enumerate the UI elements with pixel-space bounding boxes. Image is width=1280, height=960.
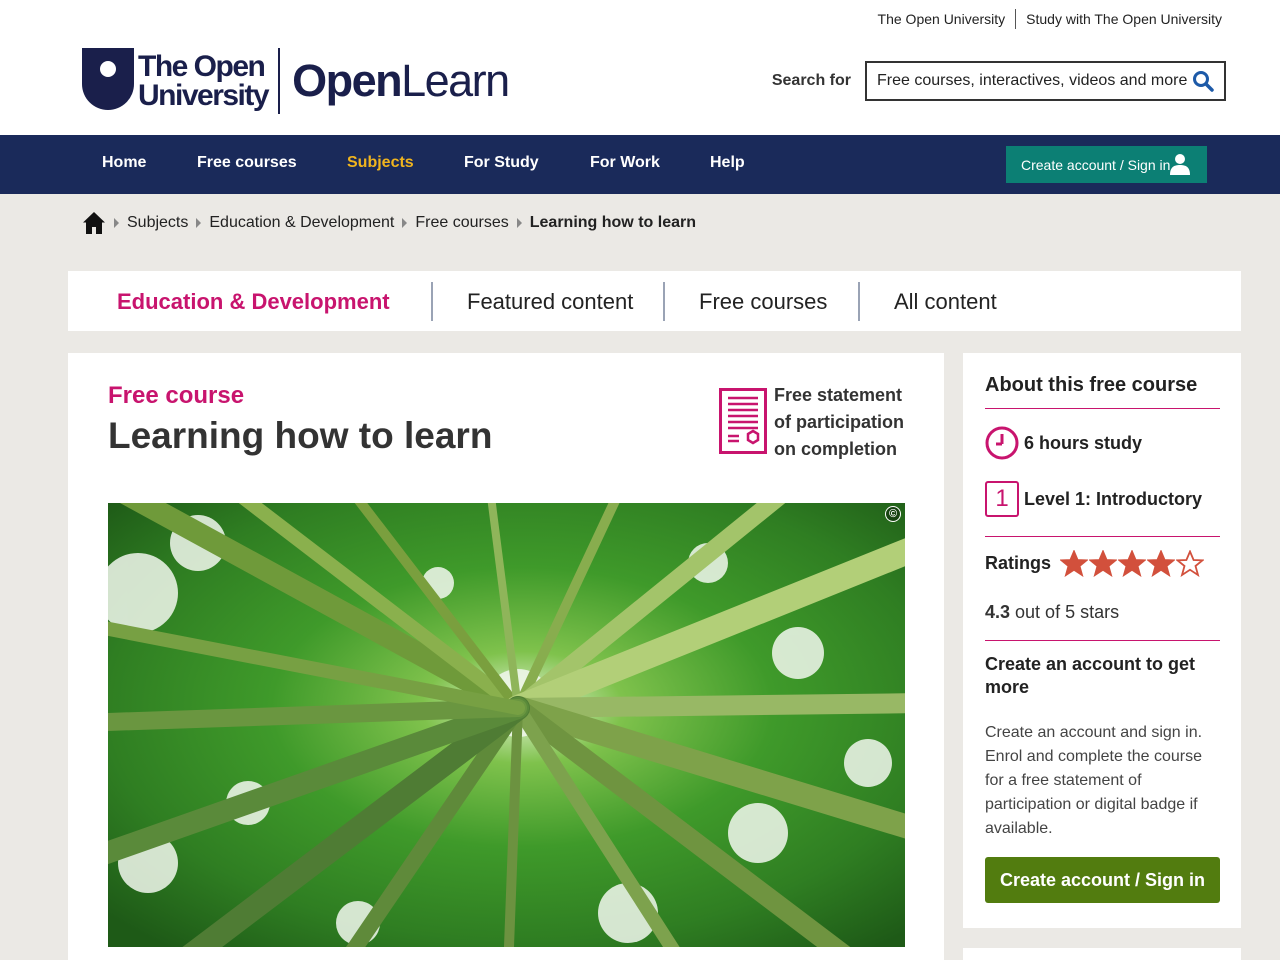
ou-wordmark: The Open University — [138, 50, 270, 112]
breadcrumb: Subjects Education & Development Free co… — [82, 211, 696, 235]
top-link-open-university[interactable]: The Open University — [878, 11, 1006, 27]
nav-for-study[interactable]: For Study — [464, 154, 539, 172]
star-empty-icon[interactable] — [1176, 550, 1205, 577]
sidebar-divider — [985, 640, 1220, 641]
rating-suffix: out of 5 stars — [1010, 602, 1120, 622]
rating-stars[interactable] — [1060, 550, 1205, 577]
account-heading: Create an account to get more — [985, 654, 1196, 697]
openlearn-wordmark-light: Learn — [401, 55, 510, 106]
top-link-study-with-ou[interactable]: Study with The Open University — [1026, 11, 1222, 27]
top-link-divider — [1015, 9, 1017, 29]
search-input[interactable] — [877, 72, 1190, 90]
star-filled-icon[interactable] — [1089, 550, 1118, 577]
sidebar-divider — [985, 408, 1220, 409]
nav-help[interactable]: Help — [710, 154, 745, 172]
statement-text: Free statement of participation on compl… — [774, 382, 904, 463]
nav-free-courses[interactable]: Free courses — [197, 154, 297, 172]
breadcrumb-subjects[interactable]: Subjects — [127, 214, 188, 232]
tab-divider — [663, 282, 665, 321]
nav-signin-label: Create account / Sign in — [1021, 156, 1171, 173]
main-nav: Home Free courses Subjects For Study For… — [0, 135, 1280, 194]
tab-all-content[interactable]: All content — [894, 289, 997, 315]
breadcrumb-separator-icon — [114, 218, 119, 228]
study-hours-row: 6 hours study — [985, 426, 1142, 460]
bamboo-forest-image — [108, 503, 905, 947]
subject-tabs: Education & Development Featured content… — [68, 271, 1241, 331]
top-links: The Open University Study with The Open … — [878, 9, 1222, 29]
tab-free-courses[interactable]: Free courses — [699, 289, 827, 315]
course-main-panel: Free course Learning how to learn Free s… — [68, 353, 944, 960]
site-header: The Open University Study with The Open … — [0, 0, 1280, 135]
ou-shield-icon — [82, 48, 134, 110]
nav-for-work[interactable]: For Work — [590, 154, 660, 172]
sidebar-title: About this free course — [985, 374, 1198, 396]
ratings-row: Ratings — [985, 550, 1205, 577]
openlearn-logo[interactable]: The Open University OpenLearn — [82, 48, 510, 114]
star-filled-icon[interactable] — [1147, 550, 1176, 577]
user-icon — [1170, 154, 1190, 175]
level-text: Level 1: Introductory — [1024, 488, 1203, 509]
tab-divider — [858, 282, 860, 321]
level-row: 1 Level 1: Introductory — [985, 481, 1202, 517]
nav-signin-button[interactable]: Create account / Sign in — [1006, 146, 1207, 183]
breadcrumb-separator-icon — [516, 218, 522, 228]
certificate-icon — [719, 388, 767, 454]
course-hero-image: © — [108, 503, 905, 947]
statement-line: Free statement — [774, 385, 903, 405]
search-box — [865, 61, 1226, 101]
rating-value: 4.3 — [985, 602, 1011, 622]
clock-icon — [985, 426, 1019, 460]
search-icon — [1193, 71, 1214, 92]
page-title: Learning how to learn — [108, 415, 493, 456]
search-area: Search for — [772, 61, 1226, 101]
breadcrumb-education-development[interactable]: Education & Development — [209, 214, 394, 232]
copyright-icon[interactable]: © — [885, 506, 901, 522]
statement-of-participation: Free statement of participation on compl… — [719, 385, 904, 463]
level-badge-icon: 1 — [985, 481, 1019, 517]
statement-line: on completion — [774, 439, 897, 459]
course-type-label: Free course — [108, 382, 245, 409]
breadcrumb-separator-icon — [196, 218, 202, 228]
sidebar-divider — [985, 536, 1220, 537]
statement-line: of participation — [774, 412, 904, 432]
search-button[interactable] — [1190, 68, 1216, 94]
breadcrumb-free-courses[interactable]: Free courses — [415, 214, 508, 232]
star-filled-icon[interactable] — [1118, 550, 1147, 577]
tab-divider — [431, 282, 433, 321]
openlearn-wordmark: OpenLearn — [292, 55, 510, 107]
star-filled-icon[interactable] — [1060, 550, 1089, 577]
ou-wordmark-line1: The Open — [138, 50, 266, 83]
nav-home[interactable]: Home — [102, 154, 146, 172]
study-hours-text: 6 hours study — [1024, 432, 1143, 453]
create-account-button[interactable]: Create account / Sign in — [985, 857, 1220, 903]
tab-featured-content[interactable]: Featured content — [467, 289, 633, 315]
subject-title-link[interactable]: Education & Development — [117, 289, 390, 315]
rating-summary: 4.3 out of 5 stars — [985, 602, 1119, 623]
breadcrumb-separator-icon — [402, 218, 408, 228]
sidebar-next-panel — [963, 948, 1241, 960]
home-icon[interactable] — [82, 211, 106, 235]
course-sidebar: About this free course 6 hours study 1 L… — [963, 353, 1241, 928]
openlearn-wordmark-bold: Open — [292, 55, 403, 106]
logo-divider — [278, 48, 281, 114]
search-label: Search for — [771, 72, 851, 89]
ou-wordmark-line2: University — [138, 79, 270, 112]
ratings-label: Ratings — [985, 553, 1052, 573]
account-description: Create an account and sign in. Enrol and… — [985, 724, 1203, 837]
nav-subjects[interactable]: Subjects — [347, 154, 414, 172]
breadcrumb-current: Learning how to learn — [529, 214, 696, 231]
